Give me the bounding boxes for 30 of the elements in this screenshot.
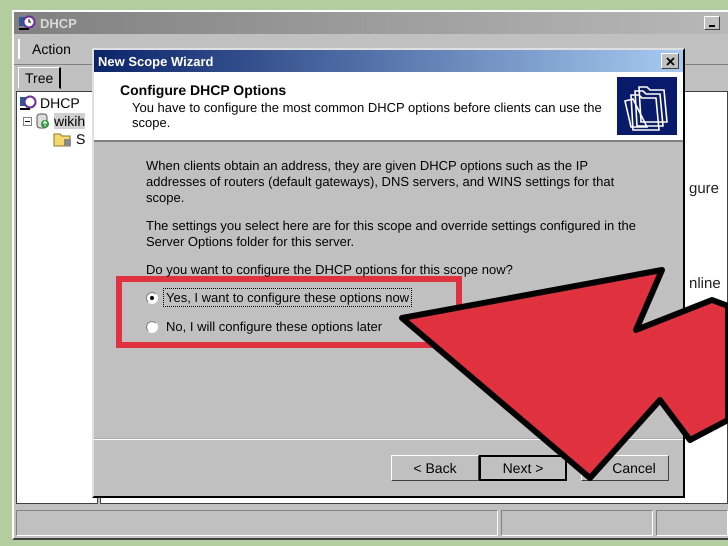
dialog-title: New Scope Wizard — [98, 54, 214, 68]
menu-item[interactable]: Action — [18, 39, 83, 59]
radio-button[interactable] — [146, 320, 158, 332]
minimize-button[interactable] — [704, 16, 720, 30]
list-item: nline — [689, 275, 722, 292]
server-icon — [35, 112, 51, 130]
option-label[interactable]: No, I will configure these options later — [163, 317, 386, 336]
tree-item[interactable]: wikih — [54, 113, 86, 129]
option-label[interactable]: Yes, I want to configure these options now — [163, 288, 412, 307]
wizard-button[interactable]: Next > — [479, 455, 567, 481]
folder-icon — [53, 131, 73, 147]
tab[interactable]: Tree — [18, 67, 62, 89]
close-icon — [666, 56, 674, 66]
page-description: You have to configure the most common DHCP options before clients can use the scope. — [131, 100, 603, 130]
close-button[interactable] — [661, 53, 679, 69]
status-panel — [656, 510, 728, 536]
paragraph: The settings you select here are for this scope and override settings configured in the Server Options folder for this server. — [146, 218, 636, 250]
question-text: Do you want to configure the DHCP options for this scope now? — [146, 262, 514, 278]
paragraph: When clients obtain an address, they are given DHCP options such as the IP addresses of routers (default gateways), DNS servers, and WINS settings for that scope. — [146, 158, 616, 206]
tree-item[interactable]: S — [76, 131, 86, 147]
radio-button[interactable] — [146, 292, 158, 304]
clock-computer-icon — [19, 95, 37, 111]
list-item: gure — [689, 180, 720, 197]
collapse-toggle[interactable] — [23, 116, 32, 126]
clock-computer-icon — [18, 15, 36, 31]
tree-item[interactable]: DHCP — [40, 95, 80, 111]
window-title: DHCP — [40, 16, 77, 30]
page-heading: Configure DHCP Options — [120, 82, 288, 98]
folders-icon — [617, 77, 677, 135]
wizard-button[interactable]: < Back — [391, 455, 479, 481]
